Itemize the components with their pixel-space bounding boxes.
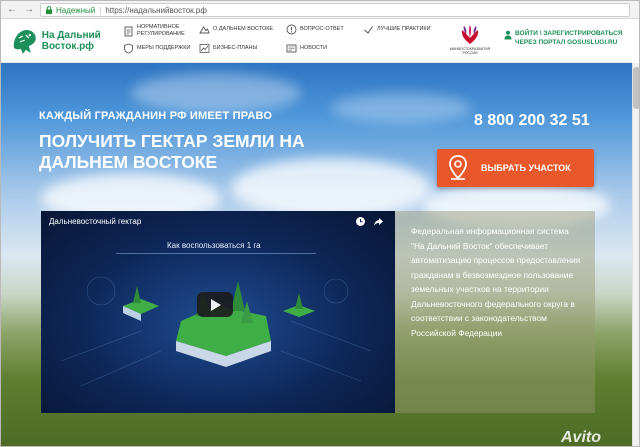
menu-label: О Дальнем Востоке <box>213 26 274 32</box>
menu-label: Вопрос-ответ <box>300 26 344 32</box>
scrollbar-thumb[interactable] <box>633 67 639 109</box>
menu-label: Лучшие практики <box>377 26 431 32</box>
choose-plot-button[interactable]: Выбрать участок <box>437 149 594 187</box>
menu-item-about[interactable]: О Дальнем Востоке <box>199 24 279 35</box>
document-icon <box>124 26 133 36</box>
avito-watermark: Avito <box>561 429 601 446</box>
description-panel: Федеральная информационная система "На Д… <box>395 211 595 413</box>
forward-button[interactable]: → <box>23 4 35 16</box>
menu-label: Нормативное регулирование <box>137 24 185 37</box>
login-text: Войти \ зарегистрироваться через портал … <box>515 30 623 46</box>
url-field[interactable]: Надежный | https://надальнийвосток.рф <box>40 3 630 17</box>
tiger-logo-icon <box>13 29 36 54</box>
video-title: Дальневосточный гектар <box>49 217 142 226</box>
hero-pre-title: Каждый гражданин РФ имеет право <box>39 110 273 122</box>
exclamation-icon <box>286 24 297 35</box>
browser-window: ← → Надежный | https://надальнийвосток.р… <box>0 0 640 447</box>
chart-icon <box>199 44 210 53</box>
back-button[interactable]: ← <box>6 4 18 16</box>
menu-label: Новости <box>300 45 328 51</box>
secure-label: Надежный <box>56 5 96 15</box>
description-text: Федеральная информационная система "На Д… <box>411 226 581 338</box>
shield-icon <box>124 43 133 54</box>
menu-item-faq[interactable]: Вопрос-ответ <box>286 24 361 35</box>
ministry-logo[interactable]: Минвостокразвития России <box>445 24 495 58</box>
scrollbar-track[interactable] <box>632 63 639 446</box>
url-separator: | <box>99 5 102 15</box>
url-text: https://надальнийвосток.рф <box>105 5 207 15</box>
site-header: На Дальний Восток.рф Нормативное регулир… <box>1 19 632 63</box>
menu-item-support[interactable]: Меры поддержки <box>123 43 193 54</box>
login-link[interactable]: Войти \ зарегистрироваться через портал … <box>504 29 632 47</box>
star-icon <box>364 26 373 34</box>
address-bar: ← → Надежный | https://надальнийвосток.р… <box>1 1 639 19</box>
ministry-text: Минвостокразвития России <box>449 47 491 55</box>
hero-title: Получить гектар земли на Дальнем Востоке <box>39 131 305 172</box>
user-icon <box>504 30 512 40</box>
site-logo[interactable]: На Дальний Восток.рф <box>11 25 111 57</box>
lock-icon <box>45 6 53 14</box>
video-player[interactable]: Дальневосточный гектар Как воспользовать… <box>41 211 395 413</box>
share-icon[interactable] <box>373 216 384 227</box>
menu-label: Меры поддержки <box>137 45 191 51</box>
menu-item-practices[interactable]: Лучшие практики <box>363 24 441 35</box>
logo-text: На Дальний Восток.рф <box>41 30 101 52</box>
video-divider <box>116 253 316 254</box>
hero-banner: Каждый гражданин РФ имеет право Получить… <box>1 63 632 446</box>
cloud-shape <box>331 93 471 123</box>
play-button[interactable] <box>197 292 233 317</box>
menu-label: Бизнес-планы <box>213 45 258 51</box>
video-caption: Как воспользоваться 1 га <box>167 241 261 250</box>
cloud-shape <box>131 73 301 113</box>
menu-item-business[interactable]: Бизнес-планы <box>199 43 279 54</box>
hotline-phone[interactable]: 8 800 200 32 51 <box>474 112 590 130</box>
ministry-emblem-icon <box>461 25 479 44</box>
news-icon <box>286 44 297 53</box>
mountain-icon <box>199 26 210 34</box>
choose-plot-label: Выбрать участок <box>481 163 571 173</box>
clock-icon[interactable] <box>355 216 366 227</box>
menu-item-news[interactable]: Новости <box>286 43 361 54</box>
map-pin-icon <box>449 155 467 180</box>
menu-item-regulation[interactable]: Нормативное регулирование <box>123 24 193 38</box>
